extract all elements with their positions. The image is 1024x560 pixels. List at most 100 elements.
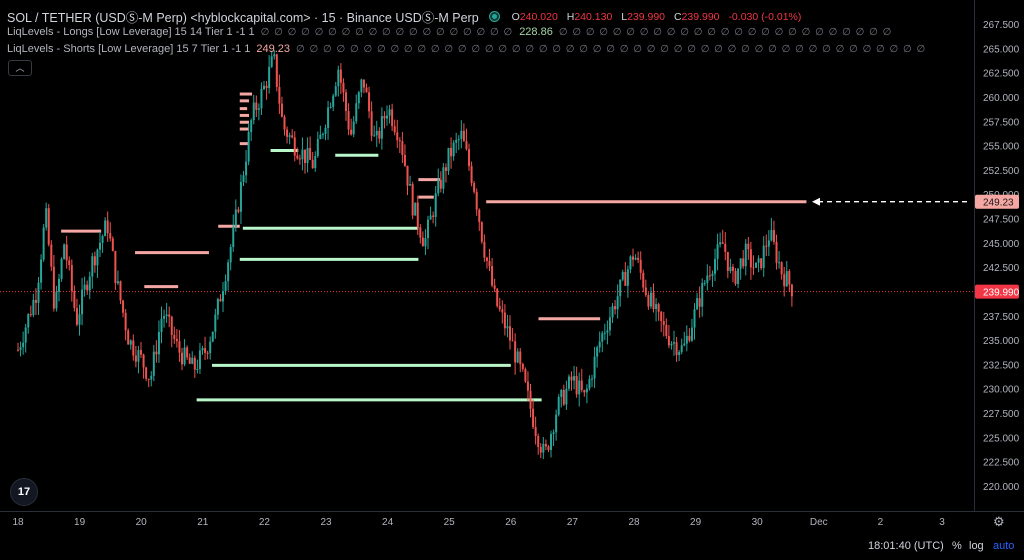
candle-body: [706, 275, 709, 283]
candle-body: [488, 260, 491, 267]
candle-body: [219, 299, 222, 302]
candle-body: [181, 352, 184, 365]
candle-body: [293, 137, 296, 156]
candle-body: [480, 222, 483, 242]
percent-toggle[interactable]: %: [952, 540, 962, 552]
candle-body: [216, 299, 219, 315]
candle-body: [96, 249, 99, 266]
indicator-shorts[interactable]: LiqLevels - Shorts [Low Leverage] 15 7 T…: [7, 43, 926, 55]
candle-body: [680, 345, 683, 352]
candle-body: [562, 390, 565, 405]
candle-body: [611, 306, 614, 318]
candle-body: [352, 121, 355, 135]
candle-body: [201, 348, 204, 351]
candle-body: [227, 262, 230, 282]
gear-icon[interactable]: ⚙: [993, 514, 1005, 530]
candle-body: [437, 179, 440, 194]
candle-body: [301, 149, 304, 160]
candle-body: [140, 350, 143, 355]
candle-body: [644, 287, 647, 296]
candle-body: [386, 115, 389, 119]
candle-body: [196, 368, 199, 370]
candle-body: [111, 238, 114, 252]
candle-body: [749, 249, 752, 268]
candle-body: [747, 243, 750, 250]
candle-body: [473, 183, 476, 192]
log-toggle[interactable]: log: [969, 540, 984, 552]
symbol-title[interactable]: SOL / TETHER (USDⓈ-M Perp) <hyblockcapit…: [7, 7, 479, 26]
time-axis[interactable]: [0, 511, 1024, 560]
candle-body: [32, 299, 35, 316]
candle-body: [191, 357, 194, 364]
candle-body: [260, 89, 263, 109]
candle-body: [485, 257, 488, 261]
candle-body: [414, 202, 417, 216]
candle-body: [124, 312, 127, 331]
candle-body: [429, 215, 432, 220]
candle-body: [742, 258, 745, 267]
auto-toggle[interactable]: auto: [993, 540, 1014, 552]
indicator-longs[interactable]: LiqLevels - Longs [Low Leverage] 15 14 T…: [7, 26, 892, 38]
candle-body: [649, 292, 652, 307]
candle-body: [734, 270, 737, 284]
candle-body: [29, 314, 32, 316]
candle-body: [516, 351, 519, 363]
candle-body: [547, 446, 550, 450]
candle-body: [603, 332, 606, 334]
candle-body: [288, 135, 291, 137]
candle-body: [593, 356, 596, 379]
candle-body: [711, 273, 714, 276]
candle-body: [375, 130, 378, 136]
price-axis[interactable]: [974, 0, 1024, 512]
candle-body: [86, 284, 89, 291]
candle-body: [286, 129, 289, 137]
candle-body: [160, 318, 163, 333]
candle-body: [383, 116, 386, 119]
tradingview-logo-icon[interactable]: 17: [10, 478, 38, 506]
candle-body: [129, 340, 132, 345]
candle-body: [657, 304, 660, 312]
candle-body: [152, 351, 155, 376]
candle-body: [75, 308, 78, 325]
candle-body: [403, 155, 406, 166]
candle-body: [157, 332, 160, 355]
candle-body: [521, 363, 524, 370]
candle-body: [655, 304, 658, 310]
candle-body: [647, 295, 650, 307]
candle-body: [757, 258, 760, 263]
candle-body: [319, 134, 322, 140]
candle-body: [370, 111, 373, 136]
candle-body: [257, 108, 260, 110]
candle-body: [716, 244, 719, 260]
candle-body: [775, 241, 778, 263]
candle-body: [342, 82, 345, 93]
candle-body: [703, 282, 706, 284]
candle-body: [509, 326, 512, 341]
candle-body: [652, 292, 655, 310]
candle-body: [526, 381, 529, 391]
candle-body: [783, 274, 786, 287]
candle-body: [147, 378, 150, 380]
candle-body: [580, 380, 583, 391]
candle-body: [55, 291, 58, 309]
candle-body: [634, 257, 637, 260]
candle-body: [362, 79, 365, 88]
candle-body: [106, 220, 109, 234]
candle-body: [770, 230, 773, 241]
candle-body: [19, 347, 22, 351]
candle-body: [493, 285, 496, 289]
candle-body: [591, 378, 594, 380]
candle-body: [790, 284, 793, 297]
candles: [17, 49, 793, 460]
candle-body: [708, 275, 711, 277]
candle-body: [73, 291, 76, 309]
candle-body: [729, 266, 732, 271]
collapse-legend-button[interactable]: ︿: [8, 60, 32, 76]
candle-body: [378, 130, 381, 139]
candle-body: [511, 340, 514, 342]
clock-readout[interactable]: 18:01:40 (UTC): [868, 540, 944, 552]
candle-body: [601, 333, 604, 342]
candle-body: [772, 230, 775, 242]
price-chart[interactable]: 267.500265.000262.500260.000257.500255.0…: [0, 0, 1024, 559]
candle-body: [316, 139, 319, 157]
